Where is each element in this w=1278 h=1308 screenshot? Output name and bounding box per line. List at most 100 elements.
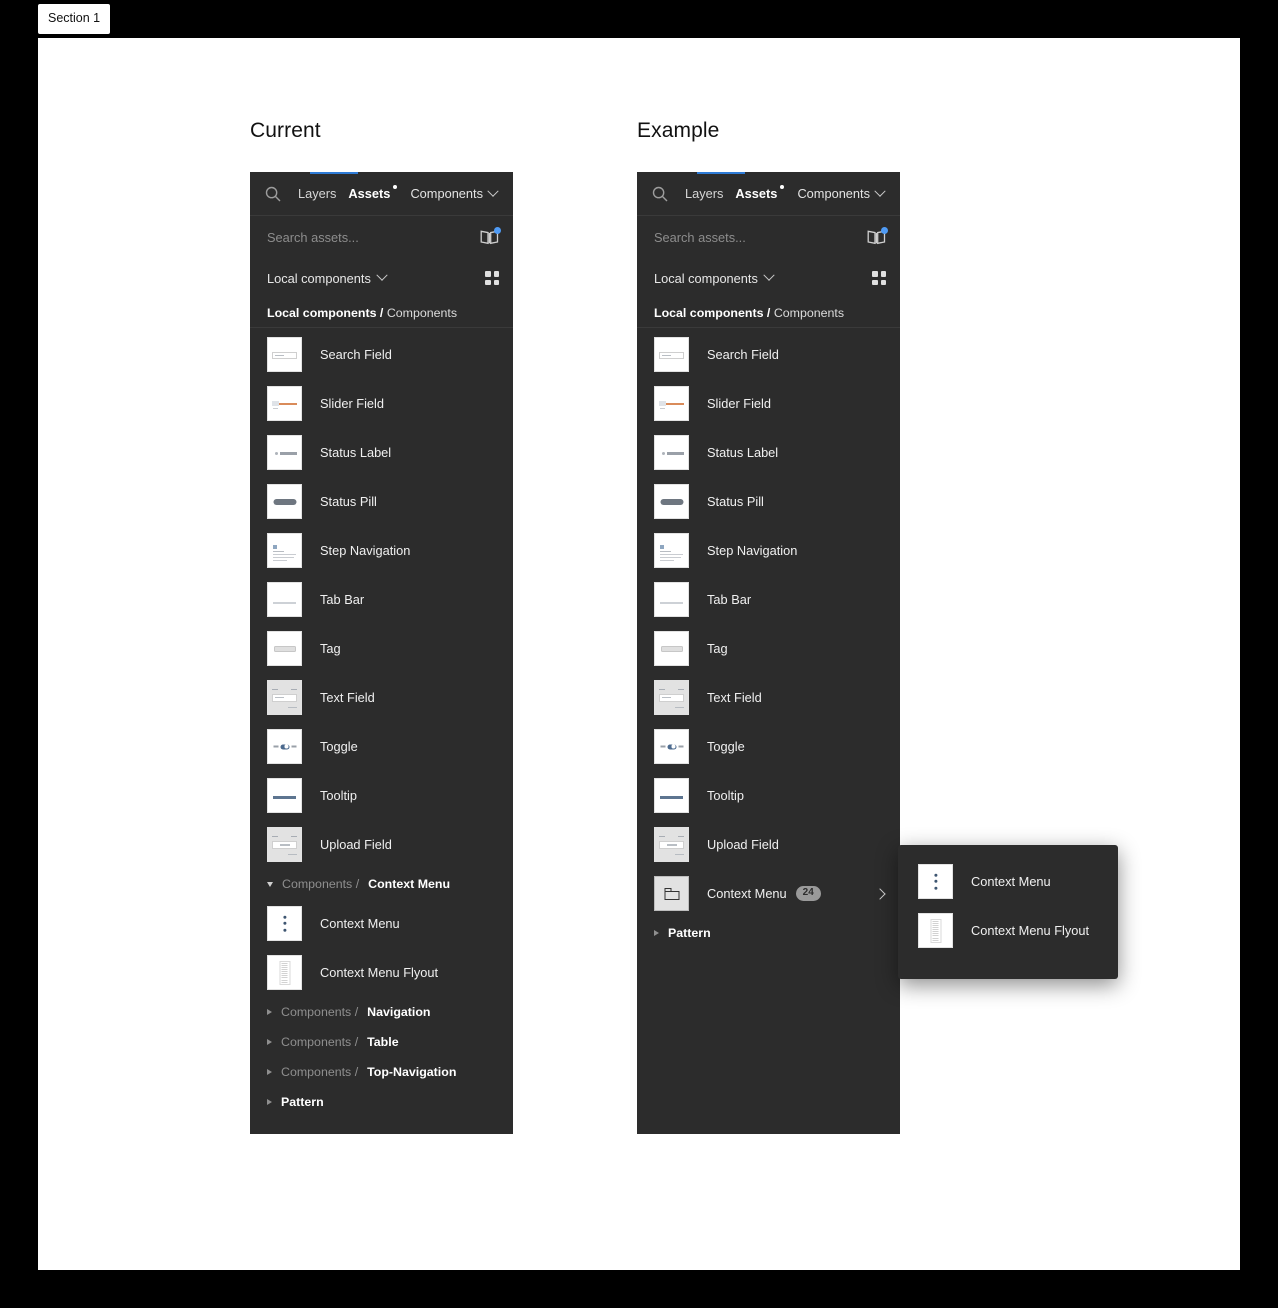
group-name: Navigation — [367, 1005, 431, 1019]
asset-row[interactable]: Status Pill — [637, 477, 900, 526]
asset-group-header[interactable]: Pattern — [637, 918, 900, 948]
local-components-label: Local components — [654, 270, 758, 286]
triangle-right-icon — [267, 1099, 272, 1105]
three-dots-icon — [933, 873, 938, 890]
search-row: Search assets... — [250, 216, 513, 258]
asset-row[interactable]: Upload Field — [637, 820, 900, 869]
asset-thumbnail — [654, 533, 689, 568]
asset-row[interactable]: Search Field — [250, 330, 513, 379]
asset-row[interactable]: Toggle — [250, 722, 513, 771]
library-dropdown[interactable]: Components — [797, 185, 888, 201]
folder-label: Context Menu — [707, 886, 787, 901]
group-name: Pattern — [668, 926, 711, 940]
search-icon[interactable] — [264, 185, 282, 203]
asset-label: Context Menu Flyout — [971, 923, 1090, 938]
triangle-down-icon — [267, 881, 273, 887]
asset-row[interactable]: Slider Field — [250, 379, 513, 428]
asset-label: Upload Field — [320, 837, 392, 852]
asset-label: Search Field — [707, 347, 779, 362]
asset-row[interactable]: Text Field — [250, 673, 513, 722]
breadcrumb-parent[interactable]: Local components / — [654, 306, 770, 320]
asset-row[interactable]: Tab Bar — [637, 575, 900, 624]
asset-label: Context Menu — [320, 916, 400, 931]
asset-thumbnail — [654, 582, 689, 617]
group-name: Context Menu — [368, 877, 451, 891]
asset-thumbnail — [918, 864, 953, 899]
asset-label: Tooltip — [707, 788, 744, 803]
asset-row[interactable]: Text Field — [637, 673, 900, 722]
asset-thumbnail — [267, 386, 302, 421]
search-icon[interactable] — [651, 185, 669, 203]
asset-row[interactable]: Context Menu — [250, 899, 513, 948]
filter-row: Local components — [637, 258, 900, 298]
asset-row[interactable]: Context Menu Flyout — [250, 948, 513, 997]
asset-row[interactable]: Tab Bar — [250, 575, 513, 624]
filter-row: Local components — [250, 258, 513, 298]
context-menu-flyout-popover: Context Menu Context Menu Flyout — [898, 845, 1118, 979]
library-dropdown[interactable]: Components — [410, 185, 501, 201]
breadcrumb-parent[interactable]: Local components / — [267, 306, 383, 320]
asset-row[interactable]: Step Navigation — [250, 526, 513, 575]
asset-folder-row[interactable]: Context Menu 24 — [637, 869, 900, 918]
tab-assets[interactable]: Assets — [729, 185, 785, 201]
asset-row[interactable]: Context Menu Flyout — [898, 906, 1118, 955]
asset-group-header[interactable]: Components / Table — [250, 1027, 513, 1057]
asset-row[interactable]: Upload Field — [250, 820, 513, 869]
thumb-art — [272, 352, 297, 359]
asset-label: Slider Field — [320, 396, 385, 411]
asset-row[interactable]: Status Label — [250, 428, 513, 477]
breadcrumb-current: Components — [386, 305, 458, 320]
screenshot-root: Section 1 Current Example Layers Assets … — [0, 0, 1278, 1308]
asset-label: Tab Bar — [707, 592, 752, 607]
grid-view-icon[interactable] — [872, 271, 886, 285]
asset-row[interactable]: Toggle — [637, 722, 900, 771]
asset-thumbnail — [267, 631, 302, 666]
asset-row[interactable]: Tooltip — [250, 771, 513, 820]
thumb-art — [659, 352, 684, 359]
asset-label: Tag — [320, 641, 341, 656]
asset-group-header[interactable]: Components / Navigation — [250, 997, 513, 1027]
asset-row[interactable]: Slider Field — [637, 379, 900, 428]
local-components-dropdown[interactable]: Local components — [267, 269, 485, 286]
group-prefix: Components / — [282, 877, 360, 891]
section-label-chip[interactable]: Section 1 — [38, 4, 111, 34]
asset-thumbnail — [267, 533, 302, 568]
asset-group-header[interactable]: Components / Top-Navigation — [250, 1057, 513, 1087]
local-components-dropdown[interactable]: Local components — [654, 269, 872, 286]
tab-assets[interactable]: Assets — [342, 185, 398, 201]
local-components-label: Local components — [267, 270, 371, 286]
asset-label: Step Navigation — [707, 543, 798, 558]
search-input[interactable]: Search assets... — [654, 230, 867, 245]
asset-group-header[interactable]: Pattern — [250, 1087, 513, 1117]
group-prefix: Components / — [281, 1035, 359, 1049]
asset-thumbnail — [267, 435, 302, 470]
tab-assets-label: Assets — [735, 186, 778, 201]
chevron-right-icon[interactable] — [874, 887, 886, 900]
asset-row[interactable]: Search Field — [637, 330, 900, 379]
asset-label: Context Menu — [971, 874, 1051, 889]
tab-layers[interactable]: Layers — [292, 186, 342, 201]
search-input[interactable]: Search assets... — [267, 230, 480, 245]
asset-row[interactable]: Tag — [637, 624, 900, 673]
library-book-icon[interactable] — [480, 227, 501, 245]
asset-row[interactable]: Context Menu — [898, 857, 1118, 906]
asset-thumbnail — [267, 729, 302, 764]
asset-group-header[interactable]: Components / Context Menu — [250, 869, 513, 899]
asset-row[interactable]: Status Label — [637, 428, 900, 477]
triangle-right-icon — [654, 930, 659, 936]
asset-thumbnail — [654, 435, 689, 470]
asset-label: Search Field — [320, 347, 392, 362]
asset-label: Status Pill — [320, 494, 377, 509]
tab-layers[interactable]: Layers — [679, 186, 729, 201]
group-prefix: Components / — [281, 1005, 359, 1019]
asset-row[interactable]: Tooltip — [637, 771, 900, 820]
grid-view-icon[interactable] — [485, 271, 499, 285]
asset-row[interactable]: Status Pill — [250, 477, 513, 526]
library-book-icon[interactable] — [867, 227, 888, 245]
search-row: Search assets... — [637, 216, 900, 258]
three-dots-icon — [282, 915, 287, 932]
asset-row[interactable]: Tag — [250, 624, 513, 673]
asset-thumbnail — [654, 729, 689, 764]
asset-thumbnail — [654, 631, 689, 666]
asset-row[interactable]: Step Navigation — [637, 526, 900, 575]
